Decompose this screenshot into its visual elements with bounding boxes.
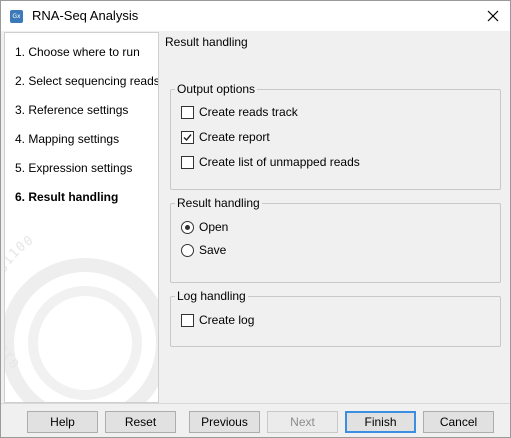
step-content-panel: Result handling Output options Create re…: [162, 32, 509, 403]
checkbox-box[interactable]: [181, 313, 194, 327]
page-title: Result handling: [165, 35, 248, 49]
window-title: RNA-Seq Analysis: [32, 8, 139, 23]
create-report-checkbox[interactable]: Create report: [181, 129, 270, 145]
create-unmapped-reads-label: Create list of unmapped reads: [199, 155, 360, 169]
app-icon: Gx: [10, 10, 23, 23]
close-icon: [487, 10, 499, 22]
create-reads-track-label: Create reads track: [199, 105, 298, 119]
step-reference-settings: 3. Reference settings: [15, 103, 129, 117]
result-handling-group: Result handling Open Save: [170, 196, 501, 283]
log-handling-group: Log handling Create log: [170, 289, 501, 347]
checkbox-box[interactable]: [181, 155, 194, 169]
open-label: Open: [199, 220, 229, 234]
save-label: Save: [199, 243, 227, 257]
step-select-sequencing-reads: 2. Select sequencing reads: [15, 74, 159, 88]
title-bar[interactable]: Gx RNA-Seq Analysis: [1, 1, 510, 31]
next-button[interactable]: Next: [267, 411, 338, 433]
wizard-steps-panel: 1. Choose where to run 2. Select sequenc…: [4, 32, 159, 403]
step-expression-settings: 5. Expression settings: [15, 161, 133, 175]
checkbox-box[interactable]: [181, 130, 194, 144]
cancel-button[interactable]: Cancel: [423, 411, 494, 433]
watermark-logo: 0101000110101100: [5, 233, 158, 402]
create-log-label: Create log: [199, 313, 255, 327]
finish-button[interactable]: Finish: [345, 411, 416, 433]
save-radio[interactable]: Save: [181, 242, 226, 258]
open-radio[interactable]: Open: [181, 219, 228, 235]
result-handling-title: Result handling: [175, 196, 262, 210]
button-bar: Help Reset Previous Next Finish Cancel: [1, 403, 510, 437]
previous-button[interactable]: Previous: [189, 411, 260, 433]
radio-button[interactable]: [181, 220, 194, 234]
checkmark-icon: [183, 133, 192, 141]
reset-button[interactable]: Reset: [105, 411, 176, 433]
close-button[interactable]: [484, 7, 502, 25]
step-result-handling: 6. Result handling: [15, 190, 119, 204]
dialog-window: Gx RNA-Seq Analysis 1. Choose where to r…: [0, 0, 511, 438]
help-button[interactable]: Help: [27, 411, 98, 433]
step-mapping-settings: 4. Mapping settings: [15, 132, 120, 146]
create-report-label: Create report: [199, 130, 270, 144]
step-choose-where-to-run: 1. Choose where to run: [15, 45, 140, 59]
create-reads-track-checkbox[interactable]: Create reads track: [181, 104, 298, 120]
radio-button[interactable]: [181, 243, 194, 257]
log-handling-title: Log handling: [175, 289, 248, 303]
create-log-checkbox[interactable]: Create log: [181, 312, 254, 328]
output-options-title: Output options: [175, 82, 258, 96]
create-unmapped-reads-checkbox[interactable]: Create list of unmapped reads: [181, 154, 360, 170]
checkbox-box[interactable]: [181, 105, 194, 119]
output-options-group: Output options Create reads track Create…: [170, 82, 501, 190]
